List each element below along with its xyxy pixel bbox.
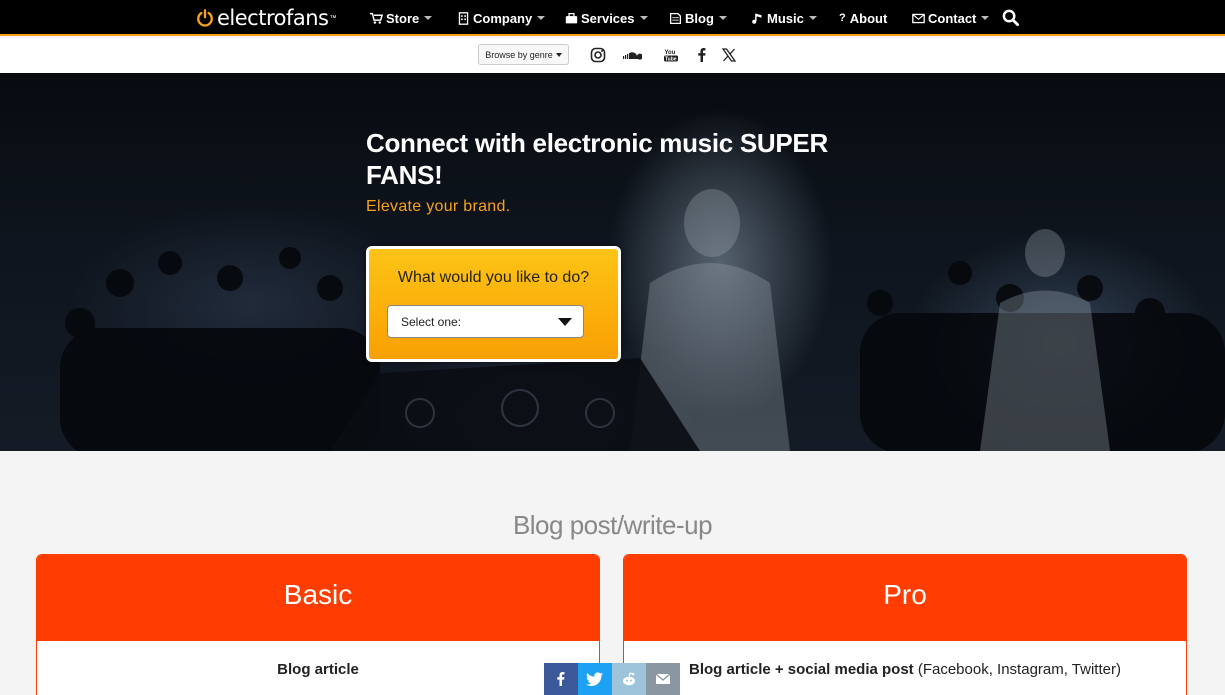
action-select[interactable]: Select one: (387, 305, 584, 338)
power-icon (197, 9, 213, 27)
nav-label-services: Services (581, 10, 635, 26)
briefcase-icon (565, 12, 578, 23)
nav-item-services[interactable]: Services (565, 10, 648, 26)
soundcloud-icon[interactable] (622, 47, 642, 63)
action-picker-box: What would you like to do? Select one: (366, 246, 621, 362)
email-icon (655, 673, 671, 684)
section-title: Blog post/write-up (512, 510, 713, 540)
cart-icon (370, 12, 383, 24)
plan-name: Pro (624, 555, 1186, 641)
plan-feature-bold: Blog article + social media post (689, 661, 914, 678)
hero-title: Connect with electronic music SUPER FANS… (366, 128, 828, 190)
share-facebook-button[interactable] (544, 663, 578, 695)
nav-label-about: About (849, 10, 888, 26)
question-icon: ? (839, 11, 846, 24)
twitter-icon (586, 672, 603, 687)
instagram-icon[interactable] (590, 47, 606, 63)
nav-label-store: Store (386, 10, 420, 26)
plan-name: Basic (37, 555, 599, 641)
nav-label-contact: Contact (928, 10, 977, 26)
chevron-down-icon (424, 16, 433, 20)
x-icon[interactable] (721, 47, 737, 63)
hero-subtitle: Elevate your brand. (366, 198, 511, 215)
nav-label-music: Music (767, 10, 804, 26)
chevron-down-icon (718, 16, 727, 20)
plan-feature: Blog article (37, 661, 599, 678)
chevron-down-icon (639, 16, 648, 20)
plan-card-basic: Basic Blog article (36, 554, 600, 695)
action-question: What would you like to do? (397, 269, 590, 286)
nav-item-store[interactable]: Store (370, 10, 433, 26)
svg-text:Tube: Tube (665, 56, 677, 62)
plan-feature-bold: Blog article (277, 661, 359, 678)
nav-label-blog: Blog (685, 10, 714, 26)
nav-item-contact[interactable]: Contact (912, 10, 990, 26)
music-note-icon (752, 13, 762, 24)
chevron-down-icon (558, 318, 572, 326)
nav-label-company: Company (473, 10, 533, 26)
nav-item-music[interactable]: Music (751, 10, 817, 26)
reddit-icon (623, 672, 635, 686)
plan-card-pro: Pro Blog article + social media post (Fa… (623, 554, 1187, 695)
logo-wordmark: electrofans (217, 6, 329, 30)
chevron-down-icon (981, 16, 990, 20)
top-navigation: electrofans ™ Store Company Services Blog… (0, 0, 1225, 36)
search-icon[interactable] (1002, 9, 1019, 26)
building-icon (458, 11, 469, 25)
browse-by-genre-button[interactable]: Browse by genre (478, 44, 569, 65)
svg-text:You: You (665, 50, 676, 56)
share-bar (544, 663, 680, 695)
chevron-down-icon (555, 52, 562, 57)
facebook-icon (557, 672, 565, 686)
browse-by-genre-label: Browse by genre (485, 49, 553, 60)
plan-feature-extra: (Facebook, Instagram, Twitter) (913, 661, 1121, 678)
nav-item-blog[interactable]: Blog (669, 10, 727, 26)
envelope-icon (912, 13, 925, 23)
plan-feature: Blog article + social media post (Facebo… (624, 661, 1186, 678)
youtube-icon[interactable]: You Tube (663, 47, 679, 63)
chevron-down-icon (537, 16, 546, 20)
share-email-button[interactable] (646, 663, 680, 695)
nav-item-company[interactable]: Company (457, 10, 546, 26)
chevron-down-icon (808, 16, 817, 20)
book-icon (669, 12, 682, 24)
facebook-icon[interactable] (694, 47, 710, 63)
share-twitter-button[interactable] (578, 663, 612, 695)
action-select-value: Select one: (401, 314, 462, 329)
share-reddit-button[interactable] (612, 663, 646, 695)
hero-banner: Connect with electronic music SUPER FANS… (0, 73, 1225, 451)
trademark: ™ (329, 14, 337, 22)
genre-social-bar: Browse by genre You Tube (0, 38, 1225, 73)
logo[interactable]: electrofans ™ (196, 6, 337, 30)
nav-item-about[interactable]: ? About (839, 10, 887, 26)
